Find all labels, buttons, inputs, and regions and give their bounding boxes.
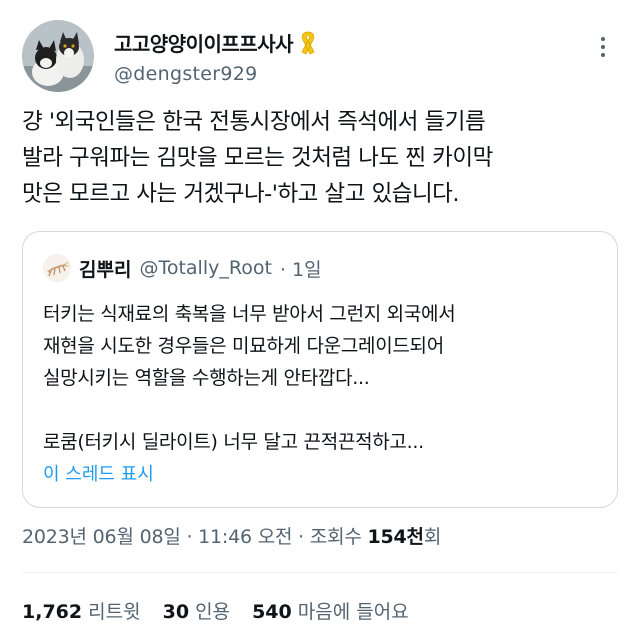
quoted-author-handle[interactable]: @Totally_Root <box>139 257 271 279</box>
tweet-datetime[interactable]: 2023년 06월 08일 · 11:46 오전 · 조회수 <box>22 526 368 548</box>
tweet-text-line: 맛은 모르고 사는 거겠구나-'하고 살고 있습니다. <box>22 181 460 207</box>
quoted-text-line: 실망시키는 역할을 수행하는게 안타깝다... <box>43 367 370 389</box>
view-count: 154천 <box>367 526 425 548</box>
view-suffix: 회 <box>423 526 442 548</box>
quoted-author-name[interactable]: 김뿌리 <box>79 255 131 282</box>
quoted-text-line <box>43 394 603 426</box>
quote-label[interactable]: 인용 <box>195 601 230 623</box>
author-names: 고고양양이이프프사사 @dengster929 <box>114 28 319 85</box>
tweet-text-line: 걍 '외국인들은 한국 전통시장에서 즉석에서 들기름 <box>22 109 486 135</box>
quoted-text-line: 재현을 시도한 경우들은 미묘하게 다운그레이드되어 <box>43 335 444 357</box>
quoted-author-avatar[interactable] <box>43 254 71 282</box>
yellow-ribbon-icon <box>297 30 319 56</box>
quoted-tweet-header: 김뿌리 @Totally_Root · 1일 <box>43 254 322 282</box>
quoted-tweet-time[interactable]: · 1일 <box>280 255 322 282</box>
author-avatar[interactable] <box>22 20 94 92</box>
more-options-icon[interactable] <box>590 34 616 60</box>
quoted-tweet-card[interactable]: 김뿌리 @Totally_Root · 1일 터키는 식재료의 축복을 너무 받… <box>22 231 618 508</box>
quoted-text-line: 터키는 식재료의 축복을 너무 받아서 그런지 외국에서 <box>43 303 456 325</box>
cat-photo-icon <box>22 20 94 92</box>
tweet-text-line: 발라 구워파는 김맛을 모르는 것처럼 나도 찐 카이막 <box>22 145 493 171</box>
root-drawing-icon <box>43 254 71 282</box>
like-label[interactable]: 마음에 들어요 <box>298 601 409 623</box>
retweet-count[interactable]: 1,762 <box>22 601 82 623</box>
like-count[interactable]: 540 <box>252 601 292 623</box>
show-thread-link[interactable]: 이 스레드 표시 <box>43 460 154 486</box>
retweet-label[interactable]: 리트윗 <box>88 601 140 623</box>
quoted-text-line: 로쿰(터키시 딜라이트) 너무 달고 끈적끈적하고... <box>43 431 424 453</box>
divider <box>22 572 618 573</box>
author-display-name-row[interactable]: 고고양양이이프프사사 <box>114 28 319 57</box>
author-display-name[interactable]: 고고양양이이프프사사 <box>114 28 294 57</box>
author-handle[interactable]: @dengster929 <box>114 63 319 85</box>
tweet-meta: 2023년 06월 08일 · 11:46 오전 · 조회수 154천회 <box>22 522 441 549</box>
quote-count[interactable]: 30 <box>163 601 189 623</box>
tweet-text: 걍 '외국인들은 한국 전통시장에서 즉석에서 들기름 발라 구워파는 김맛을 … <box>22 104 622 212</box>
engagement-stats: 1,762 리트윗 30 인용 540 마음에 들어요 <box>22 597 425 624</box>
tweet-header: 고고양양이이프프사사 @dengster929 <box>22 20 622 92</box>
quoted-tweet-text: 터키는 식재료의 축복을 너무 받아서 그런지 외국에서 재현을 시도한 경우들… <box>43 298 603 458</box>
